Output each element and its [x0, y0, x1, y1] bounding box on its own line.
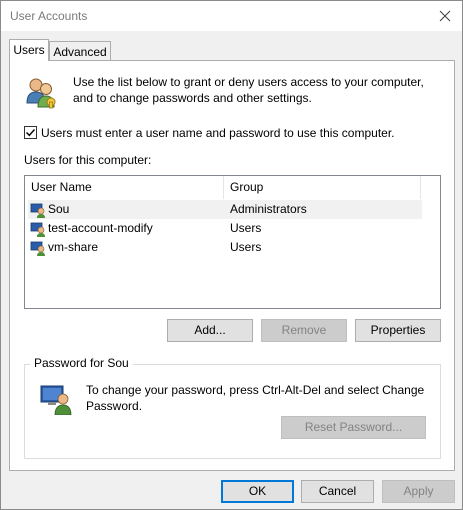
- must-login-checkbox[interactable]: [24, 126, 37, 139]
- ok-button[interactable]: OK: [221, 480, 294, 503]
- properties-button[interactable]: Properties: [355, 319, 441, 342]
- user-accounts-dialog: User Accounts Users Advanced Use the lis…: [0, 0, 463, 510]
- user-icon: [30, 222, 45, 237]
- password-instructions-line2: Password.: [86, 399, 143, 413]
- users-listbox[interactable]: User Name Group Sou Administrators test-…: [24, 175, 441, 309]
- users-tab-panel: Use the list below to grant or deny user…: [9, 60, 455, 471]
- column-header-group-label: Group: [230, 180, 264, 194]
- intro-text-line1: Use the list below to grant or deny user…: [73, 75, 424, 89]
- group-cell: Users: [230, 221, 262, 235]
- must-login-label[interactable]: Users must enter a user name and passwor…: [41, 126, 395, 140]
- intro-text-line2: and to change passwords and other settin…: [73, 91, 312, 105]
- title-bar: User Accounts: [1, 1, 462, 31]
- tab-advanced-label: Advanced: [53, 45, 107, 59]
- user-icon: [30, 203, 45, 218]
- remove-user-button[interactable]: Remove: [261, 319, 347, 342]
- window-title: User Accounts: [10, 9, 88, 23]
- group-cell: Administrators: [230, 202, 307, 216]
- users-for-computer-label: Users for this computer:: [24, 153, 152, 167]
- reset-password-button[interactable]: Reset Password...: [281, 416, 426, 439]
- close-icon: [439, 10, 451, 22]
- column-header-user-name[interactable]: User Name: [25, 176, 224, 199]
- user-name-cell: vm-share: [48, 240, 99, 254]
- password-group-label: Password for Sou: [30, 356, 133, 370]
- tab-users[interactable]: Users: [9, 39, 49, 61]
- user-name-cell: Sou: [48, 202, 70, 216]
- column-header-group[interactable]: Group: [224, 176, 421, 199]
- users-icon: [26, 78, 56, 109]
- group-cell: Users: [230, 240, 262, 254]
- close-button[interactable]: [428, 1, 462, 31]
- user-computer-icon: [40, 385, 72, 415]
- apply-button[interactable]: Apply: [382, 480, 455, 503]
- password-instructions-line1: To change your password, press Ctrl-Alt-…: [86, 383, 425, 397]
- table-row[interactable]: Sou Administrators: [28, 200, 422, 219]
- tab-advanced[interactable]: Advanced: [49, 41, 111, 61]
- column-header-user-name-label: User Name: [31, 180, 92, 194]
- table-row[interactable]: vm-share Users: [28, 238, 422, 257]
- add-user-button[interactable]: Add...: [167, 319, 253, 342]
- user-icon: [30, 241, 45, 256]
- table-row[interactable]: test-account-modify Users: [28, 219, 422, 238]
- cancel-button[interactable]: Cancel: [301, 480, 374, 503]
- checkmark-icon: [26, 129, 36, 137]
- tab-users-label: Users: [13, 43, 45, 57]
- user-name-cell: test-account-modify: [48, 221, 153, 235]
